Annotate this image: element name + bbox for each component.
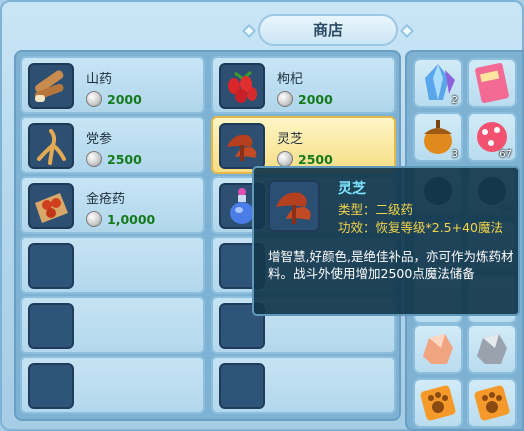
item-price: 2000 [277, 91, 333, 107]
item-name: 灵芝 [277, 132, 304, 147]
wound-medicine-icon [28, 183, 74, 229]
tooltip-item-effect: 功效：恢复等级*2.5+40魔法 [338, 220, 504, 235]
shop-empty-slot [211, 356, 396, 414]
item-name: 枸杞 [277, 72, 304, 87]
yam-icon [28, 63, 74, 109]
paw-ticket-icon [474, 385, 510, 421]
shop-item-yam[interactable]: 山药 2000 [20, 56, 205, 114]
item-price: 2500 [86, 151, 142, 167]
pink-card-icon [475, 63, 509, 103]
codonopsis-root-icon [28, 123, 74, 169]
inventory-slot[interactable] [467, 58, 517, 108]
shop-item-goji[interactable]: 枸杞 2000 [211, 56, 396, 114]
item-tooltip: 灵芝 类型：二级药 功效：恢复等级*2.5+40魔法 增智慧,好颜色,是绝佳补品… [252, 166, 520, 316]
tooltip-item-description: 增智慧,好颜色,是绝佳补品，亦可作为炼药材料。战斗外使用增加2500点魔法储备 [268, 249, 514, 281]
item-name: 金疮药 [86, 192, 126, 207]
inventory-slot[interactable]: 67 [467, 112, 517, 162]
inventory-slot[interactable]: 2 [413, 58, 463, 108]
inventory-slot[interactable] [413, 378, 463, 428]
shop-item-codonopsis[interactable]: 党参 2500 [20, 116, 205, 174]
paw-ticket-icon [420, 385, 456, 421]
gray-ore-icon [477, 334, 507, 364]
item-price: 1,0000 [86, 211, 155, 227]
window-title: 商店 [258, 14, 398, 46]
shop-item-wound-medicine[interactable]: 金疮药 1,0000 [20, 176, 205, 234]
shop-empty-slot [20, 236, 205, 294]
inventory-slot[interactable]: 3 [413, 112, 463, 162]
tooltip-item-name: 灵芝 [338, 181, 366, 197]
item-name: 山药 [86, 72, 113, 87]
item-price: 2500 [277, 151, 333, 167]
item-price: 2000 [86, 91, 142, 107]
silver-coin-icon [86, 91, 102, 107]
silver-coin-icon [86, 211, 102, 227]
goji-berry-icon [219, 63, 265, 109]
silver-coin-icon [277, 151, 293, 167]
inventory-slot[interactable] [413, 324, 463, 374]
inventory-slot[interactable] [467, 378, 517, 428]
inventory-slot[interactable] [467, 324, 517, 374]
silver-coin-icon [86, 151, 102, 167]
silver-coin-icon [277, 91, 293, 107]
lingzhi-mushroom-icon [219, 123, 265, 169]
lingzhi-mushroom-icon [268, 180, 320, 232]
shop-empty-slot [20, 356, 205, 414]
item-name: 党参 [86, 132, 113, 147]
tooltip-item-type: 类型：二级药 [338, 202, 414, 217]
shop-empty-slot [20, 296, 205, 354]
salmon-ore-icon [423, 334, 453, 364]
